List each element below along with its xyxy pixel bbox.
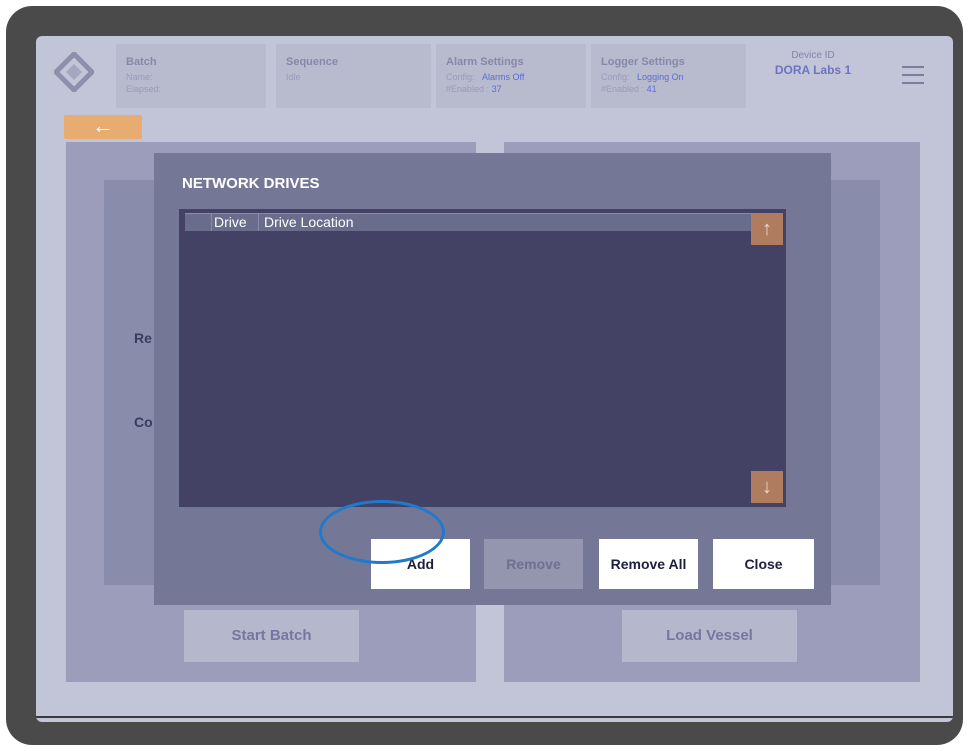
logger-settings-status[interactable]: Logger Settings Config: Logging On #Enab… — [591, 44, 746, 108]
app-logo-icon — [54, 52, 94, 92]
partial-label: Re — [134, 330, 152, 346]
hamburger-icon[interactable] — [902, 66, 924, 84]
dialog-title: NETWORK DRIVES — [182, 175, 320, 192]
alarm-settings-status[interactable]: Alarm Settings Config: Alarms Off #Enabl… — [436, 44, 586, 108]
arrow-up-icon: ↑ — [762, 218, 772, 240]
scroll-down-button[interactable]: ↓ — [751, 471, 783, 503]
scroll-up-button[interactable]: ↑ — [751, 213, 783, 245]
remove-button[interactable]: Remove — [484, 539, 583, 589]
back-button[interactable]: ← — [64, 115, 142, 139]
start-batch-button[interactable]: Start Batch — [184, 610, 359, 662]
batch-status: Batch Name: Elapsed: — [116, 44, 266, 108]
drives-list[interactable]: Drive Drive Location — [179, 209, 786, 507]
device-id: Device ID DORA Labs 1 — [774, 50, 852, 77]
network-drives-dialog: NETWORK DRIVES Drive Drive Location ↑ ↓ … — [154, 153, 831, 605]
remove-all-button[interactable]: Remove All — [599, 539, 698, 589]
arrow-left-icon: ← — [92, 113, 114, 138]
bottom-divider — [36, 716, 953, 718]
header-drive-location: Drive Location — [264, 214, 354, 230]
highlight-ring — [319, 500, 445, 564]
partial-label: Co — [134, 414, 153, 430]
header-select-column — [185, 214, 212, 231]
list-header: Drive Drive Location — [185, 213, 768, 231]
arrow-down-icon: ↓ — [762, 476, 772, 498]
close-button[interactable]: Close — [713, 539, 814, 589]
header-drive: Drive — [212, 214, 259, 231]
sequence-status: Sequence Idle — [276, 44, 431, 108]
screen: Batch Name: Elapsed: Sequence Idle Alarm… — [36, 36, 953, 722]
load-vessel-button[interactable]: Load Vessel — [622, 610, 797, 662]
